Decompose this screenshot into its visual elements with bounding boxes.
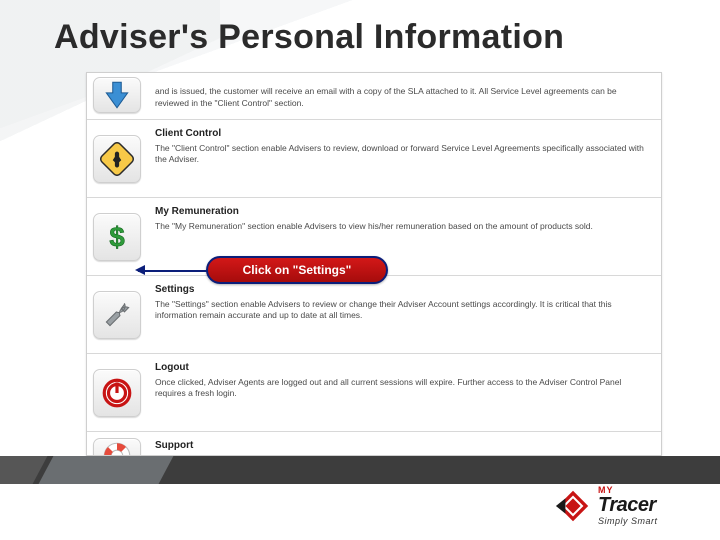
item-title: Client Control bbox=[155, 128, 651, 139]
logo-mark-icon bbox=[554, 487, 592, 525]
brand-logo: MY Tracer Simply Smart bbox=[554, 484, 702, 528]
list-item-support[interactable]: Support The "Support" section enable Adv… bbox=[87, 431, 661, 456]
logo-tagline: Simply Smart bbox=[598, 517, 658, 526]
list-item-client-control[interactable]: Client Control The "Client Control" sect… bbox=[87, 119, 661, 197]
list-item-logout[interactable]: Logout Once clicked, Adviser Agents are … bbox=[87, 353, 661, 431]
item-description: and is issued, the customer will receive… bbox=[155, 86, 651, 109]
item-description: The "My Remuneration" section enable Adv… bbox=[155, 221, 651, 232]
item-title: Support bbox=[155, 440, 651, 451]
power-icon bbox=[93, 369, 141, 417]
wrench-icon bbox=[93, 291, 141, 339]
item-description: The "Client Control" section enable Advi… bbox=[155, 143, 651, 166]
item-title: Logout bbox=[155, 362, 651, 373]
logo-name: Tracer bbox=[598, 495, 658, 515]
footer-accent bbox=[39, 456, 174, 484]
arrow-down-icon bbox=[93, 77, 141, 113]
item-title: Settings bbox=[155, 284, 651, 295]
callout-bubble: Click on "Settings" bbox=[206, 256, 388, 284]
slide: Adviser's Personal Information and is is… bbox=[0, 0, 720, 540]
callout-text: Click on "Settings" bbox=[243, 263, 352, 277]
item-description: Once clicked, Adviser Agents are logged … bbox=[155, 377, 651, 400]
page-title: Adviser's Personal Information bbox=[54, 18, 564, 57]
list-item: and is issued, the customer will receive… bbox=[87, 73, 661, 119]
item-title: My Remuneration bbox=[155, 206, 651, 217]
list-item-settings[interactable]: Settings The "Settings" section enable A… bbox=[87, 275, 661, 353]
svg-text:$: $ bbox=[109, 221, 124, 252]
lifebuoy-icon bbox=[93, 438, 141, 456]
item-description: The "Settings" section enable Advisers t… bbox=[155, 299, 651, 322]
warning-sign-icon bbox=[93, 135, 141, 183]
dollar-icon: $ bbox=[93, 213, 141, 261]
